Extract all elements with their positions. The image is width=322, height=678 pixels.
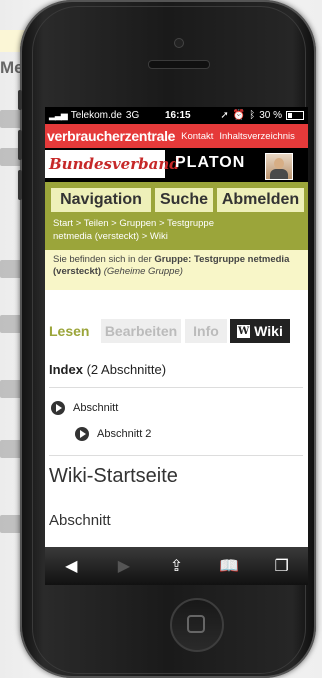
navigation-button[interactable]: Navigation — [51, 188, 151, 212]
mute-switch[interactable] — [18, 90, 22, 110]
battery-icon — [286, 111, 304, 120]
background-thumbnail — [0, 515, 22, 533]
index-item-label: Abschnitt 2 — [97, 428, 152, 440]
signal-strength-icon: ▂▃▅ — [49, 110, 68, 120]
notice-group-type: (Geheime Gruppe) — [103, 266, 183, 277]
index-item[interactable]: Abschnitt — [51, 401, 118, 415]
background-thumbnail — [0, 315, 22, 333]
breadcrumb-line-1[interactable]: Start > Teilen > Gruppen > Testgruppe — [53, 217, 300, 230]
home-button[interactable] — [170, 598, 224, 652]
index-item[interactable]: Abschnitt 2 — [75, 427, 151, 441]
volume-up-button[interactable] — [18, 130, 22, 160]
home-button-icon — [187, 615, 205, 633]
wiki-icon: W — [237, 324, 251, 338]
play-icon — [51, 401, 65, 415]
main-navigation: Navigation Suche Abmelden — [45, 182, 308, 214]
background-thumbnail — [0, 110, 22, 128]
page-title: Wiki-Startseite — [49, 465, 178, 487]
play-icon — [75, 427, 89, 441]
alarm-icon: ⏰ — [232, 110, 246, 121]
index-item-label: Abschnitt — [73, 402, 119, 414]
battery-percent: 30 % — [259, 110, 282, 121]
tab-wiki[interactable]: W Wiki — [230, 319, 290, 343]
index-heading: Index (2 Abschnitte) — [49, 362, 166, 377]
breadcrumb: Start > Teilen > Gruppen > Testgruppe ne… — [45, 214, 308, 250]
site-topbar: verbraucherzentrale Kontakt Inhaltsverze… — [45, 124, 308, 148]
index-title: Index — [49, 362, 83, 377]
site-logo[interactable]: verbraucherzentrale — [47, 128, 175, 144]
clock: 16:15 — [165, 110, 191, 121]
tab-lesen[interactable]: Lesen — [49, 319, 89, 343]
bluetooth-icon: ᛒ — [249, 110, 256, 121]
section-heading: Abschnitt — [49, 512, 111, 529]
tabs-icon[interactable]: ❐ — [267, 556, 297, 576]
location-icon: ➚ — [220, 110, 229, 121]
volume-down-button[interactable] — [18, 170, 22, 200]
user-avatar[interactable] — [265, 153, 293, 180]
wiki-tabs: Lesen Bearbeiten Info W Wiki — [45, 319, 308, 343]
notice-prefix: Sie befinden sich in der — [53, 254, 155, 265]
breadcrumb-line-2[interactable]: netmedia (versteckt) > Wiki — [53, 230, 300, 243]
avatar-body — [270, 169, 288, 179]
network-type-label: 3G — [125, 110, 140, 121]
kontakt-link[interactable]: Kontakt — [181, 131, 213, 142]
share-icon[interactable]: ⇪ — [161, 556, 191, 576]
back-icon[interactable]: ◀ — [56, 556, 86, 576]
divider — [49, 455, 303, 456]
bundesverband-logo[interactable]: Bundesverband — [45, 150, 180, 178]
abmelden-button[interactable]: Abmelden — [217, 188, 304, 212]
phone-screen: ▂▃▅ Telekom.de 3G 16:15 ➚ ⏰ ᛒ 30 % verbr… — [45, 107, 308, 585]
brand-header: Bundesverband PLATON — [45, 148, 308, 182]
suche-button[interactable]: Suche — [155, 188, 213, 212]
front-camera — [174, 38, 184, 48]
background-thumbnail — [0, 380, 22, 398]
platon-title: PLATON — [175, 154, 246, 171]
earpiece-speaker — [148, 60, 210, 69]
group-notice: Sie befinden sich in der Gruppe: Testgru… — [45, 250, 308, 290]
divider — [49, 387, 303, 388]
status-bar: ▂▃▅ Telekom.de 3G 16:15 ➚ ⏰ ᛒ 30 % — [45, 107, 308, 124]
inhaltsverzeichnis-link[interactable]: Inhaltsverzeichnis — [219, 131, 295, 142]
background-thumbnail — [0, 440, 22, 458]
avatar-head — [274, 158, 284, 169]
bookmarks-icon[interactable]: 📖 — [214, 556, 244, 576]
browser-toolbar: ◀ ▶ ⇪ 📖 ❐ — [45, 547, 308, 585]
tab-bearbeiten[interactable]: Bearbeiten — [101, 319, 181, 343]
tab-info[interactable]: Info — [185, 319, 227, 343]
carrier-label: Telekom.de — [70, 110, 122, 121]
index-count: (2 Abschnitte) — [86, 362, 167, 377]
tab-wiki-label: Wiki — [254, 323, 283, 339]
background-thumbnail — [0, 260, 22, 278]
forward-icon[interactable]: ▶ — [109, 556, 139, 576]
